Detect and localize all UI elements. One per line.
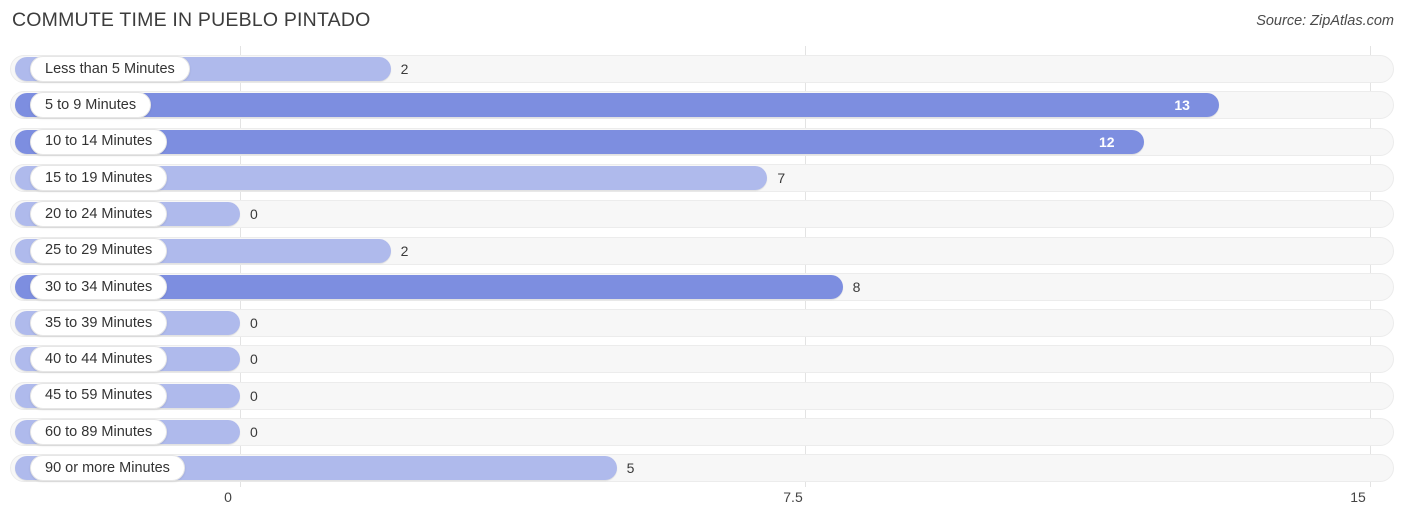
bar-row[interactable]: 45 to 59 Minutes 0	[10, 381, 1394, 410]
bar-row[interactable]: 60 to 89 Minutes 0	[10, 418, 1394, 446]
category-label-pill: 40 to 44 Minutes	[30, 346, 168, 373]
bar-value-label: 7	[777, 169, 786, 186]
bar-fill[interactable]	[15, 93, 1220, 118]
page-title: COMMUTE TIME IN PUEBLO PINTADO	[12, 9, 371, 31]
category-label-pill: 20 to 24 Minutes	[30, 201, 168, 228]
bar-value-label: 5	[626, 460, 635, 477]
x-axis-tick-label: 7.5	[783, 489, 803, 505]
bar-row[interactable]: 35 to 39 Minutes 0	[10, 309, 1394, 338]
category-label: 20 to 24 Minutes	[45, 205, 153, 222]
category-label-pill: 25 to 29 Minutes	[30, 237, 168, 264]
chart-header: COMMUTE TIME IN PUEBLO PINTADO Source: Z…	[0, 0, 1406, 46]
source-attribution: Source: ZipAtlas.com	[1256, 13, 1394, 29]
bar-value-label: 0	[250, 387, 258, 404]
bar-row[interactable]: 5 to 9 Minutes 13	[10, 91, 1394, 120]
bar-fill[interactable]	[15, 129, 1144, 154]
bar-row[interactable]: 20 to 24 Minutes 0	[10, 200, 1394, 229]
category-label: 15 to 19 Minutes	[45, 169, 153, 186]
bar-row[interactable]: 90 or more Minutes 5	[10, 454, 1394, 483]
category-label: 45 to 59 Minutes	[45, 387, 153, 404]
bar-row[interactable]: 10 to 14 Minutes 12	[10, 127, 1394, 156]
bar-value-label: 0	[250, 206, 258, 223]
category-label: 10 to 14 Minutes	[45, 133, 153, 150]
bar-value-label: 2	[400, 61, 409, 77]
bar-row[interactable]: 15 to 19 Minutes 7	[10, 163, 1394, 192]
category-label-pill: 60 to 89 Minutes	[30, 419, 168, 445]
x-axis-tick-label: 15	[1350, 489, 1366, 505]
bar-value-label: 13	[1174, 97, 1190, 114]
category-label: 5 to 9 Minutes	[45, 97, 137, 114]
bar-value-label: 2	[400, 242, 409, 259]
bar-value-label: 8	[852, 278, 861, 295]
bar-row[interactable]: Less than 5 Minutes 2	[10, 55, 1394, 83]
bar-row[interactable]: 25 to 29 Minutes 2	[10, 236, 1394, 265]
x-axis: 0 7.5 15	[0, 487, 1406, 523]
commute-time-bar-chart: COMMUTE TIME IN PUEBLO PINTADO Source: Z…	[0, 0, 1406, 523]
plot-area: Less than 5 Minutes 2 5 to 9 Minutes 13 10 t…	[0, 46, 1406, 487]
category-label: 35 to 39 Minutes	[45, 314, 153, 331]
category-label-pill: 35 to 39 Minutes	[30, 310, 168, 337]
category-label: Less than 5 Minutes	[45, 60, 175, 77]
category-label-pill: 5 to 9 Minutes	[30, 92, 152, 119]
bar-row[interactable]: 40 to 44 Minutes 0	[10, 345, 1394, 374]
category-label-pill: 90 or more Minutes	[30, 455, 185, 482]
bar-row[interactable]: 30 to 34 Minutes 8	[10, 272, 1394, 301]
category-label: 60 to 89 Minutes	[45, 423, 153, 440]
category-label: 40 to 44 Minutes	[45, 351, 153, 368]
bar-value-label: 0	[250, 315, 258, 332]
category-label: 90 or more Minutes	[45, 460, 170, 477]
category-label: 30 to 34 Minutes	[45, 278, 153, 295]
bar-value-label: 12	[1099, 133, 1115, 150]
bar-value-label: 0	[250, 424, 258, 440]
category-label-pill: 45 to 59 Minutes	[30, 382, 168, 409]
category-label: 25 to 29 Minutes	[45, 242, 153, 259]
category-label-pill: Less than 5 Minutes	[30, 56, 190, 82]
bar-value-label: 0	[250, 351, 258, 368]
category-label-pill: 15 to 19 Minutes	[30, 164, 168, 191]
x-axis-tick-label: 0	[224, 489, 232, 505]
bar-rows: Less than 5 Minutes 2 5 to 9 Minutes 13 10 t…	[0, 46, 1406, 487]
category-label-pill: 10 to 14 Minutes	[30, 128, 168, 155]
category-label-pill: 30 to 34 Minutes	[30, 273, 168, 300]
